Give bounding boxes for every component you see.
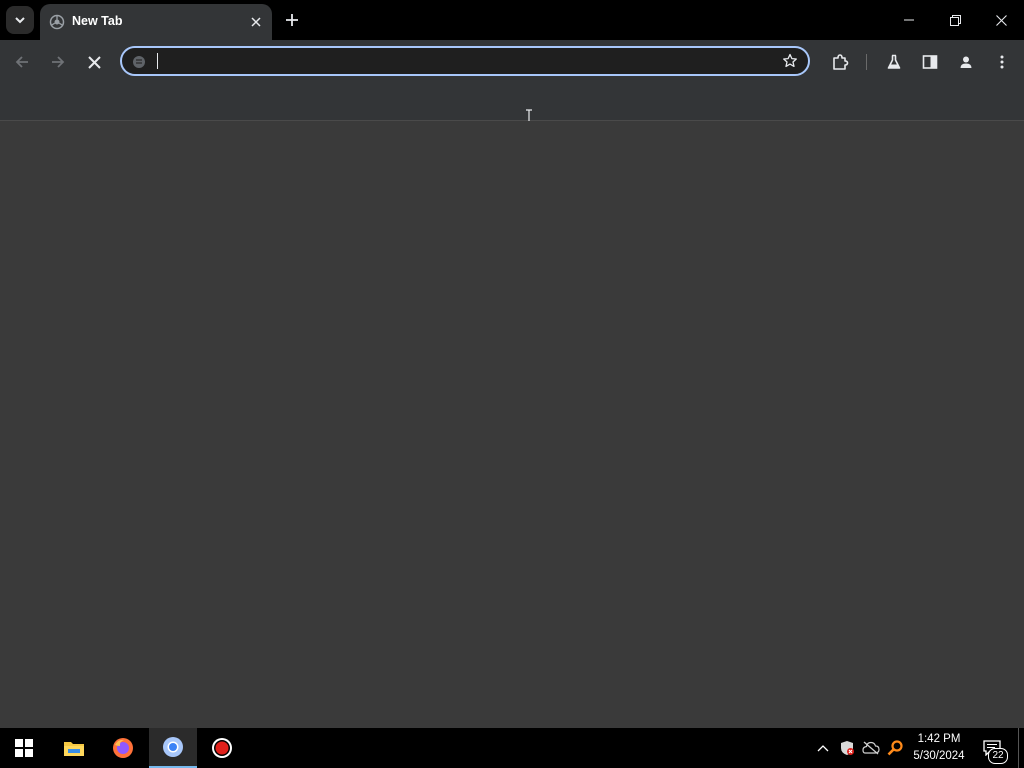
bookmark-button[interactable] [780,51,800,71]
record-icon [212,738,232,758]
labs-button[interactable] [880,48,908,76]
minimize-icon [904,19,914,21]
site-info-icon [133,56,145,68]
flask-icon [887,54,901,69]
taskbar-clock[interactable]: 1:42 PM 5/30/2024 [904,731,974,765]
search-app-icon [887,740,903,756]
chrome-new-tab-icon [49,14,65,30]
address-input[interactable] [156,50,770,74]
back-arrow-icon [15,56,28,68]
chevron-down-icon [15,17,25,24]
stop-loading-button[interactable] [80,48,108,76]
windows-start-icon [15,739,33,757]
text-caret [157,53,158,69]
close-tab-button[interactable] [246,12,266,32]
firefox-icon [113,738,133,758]
plus-icon [286,14,298,26]
browser-toolbar [0,40,1024,127]
chrome-icon [163,737,183,757]
side-panel-button[interactable] [916,48,944,76]
stop-x-icon [87,55,101,69]
security-shield-icon [841,741,854,755]
clock-time: 1:42 PM [917,733,961,745]
start-button[interactable] [0,728,48,768]
taskbar-file-explorer[interactable] [50,728,98,768]
chevron-up-icon [817,745,829,752]
back-button[interactable] [8,48,36,76]
close-window-button[interactable] [978,0,1024,40]
close-icon [995,14,1007,26]
toolbar-divider [866,54,867,70]
main-menu-button[interactable] [988,48,1016,76]
tab-search-button[interactable] [6,6,34,34]
show-hidden-icons-button[interactable] [812,728,834,768]
notification-count-badge: 22 [988,748,1008,764]
clock-date: 5/30/2024 [913,750,965,762]
network-disconnected-icon [862,741,880,755]
tab-title: New Tab [72,14,123,28]
close-icon [251,17,261,27]
taskbar-recorder[interactable] [198,728,246,768]
tab-new-tab[interactable]: New Tab [40,4,272,40]
side-panel-icon [922,55,938,69]
extensions-button[interactable] [826,48,854,76]
tray-network[interactable] [860,728,882,768]
restore-icon [949,14,961,26]
restore-button[interactable] [932,0,978,40]
taskbar-chrome[interactable] [149,728,197,768]
taskbar-firefox[interactable] [99,728,147,768]
tray-security[interactable] [836,728,858,768]
tray-search-app[interactable] [884,728,906,768]
profile-icon [960,56,972,68]
folder-icon [64,742,84,756]
forward-button[interactable] [44,48,72,76]
forward-arrow-icon [52,56,65,68]
new-tab-button[interactable] [280,8,304,32]
kebab-menu-icon [1000,55,1004,69]
address-bar[interactable] [120,46,810,76]
windows-taskbar: 1:42 PM 5/30/2024 [0,728,1024,768]
puzzle-icon [833,54,849,70]
show-desktop-button[interactable] [1018,728,1024,768]
minimize-button[interactable] [886,0,932,40]
page-content [0,121,1024,728]
star-icon [783,53,797,68]
tab-strip: New Tab [0,0,1024,40]
profile-button[interactable] [952,48,980,76]
